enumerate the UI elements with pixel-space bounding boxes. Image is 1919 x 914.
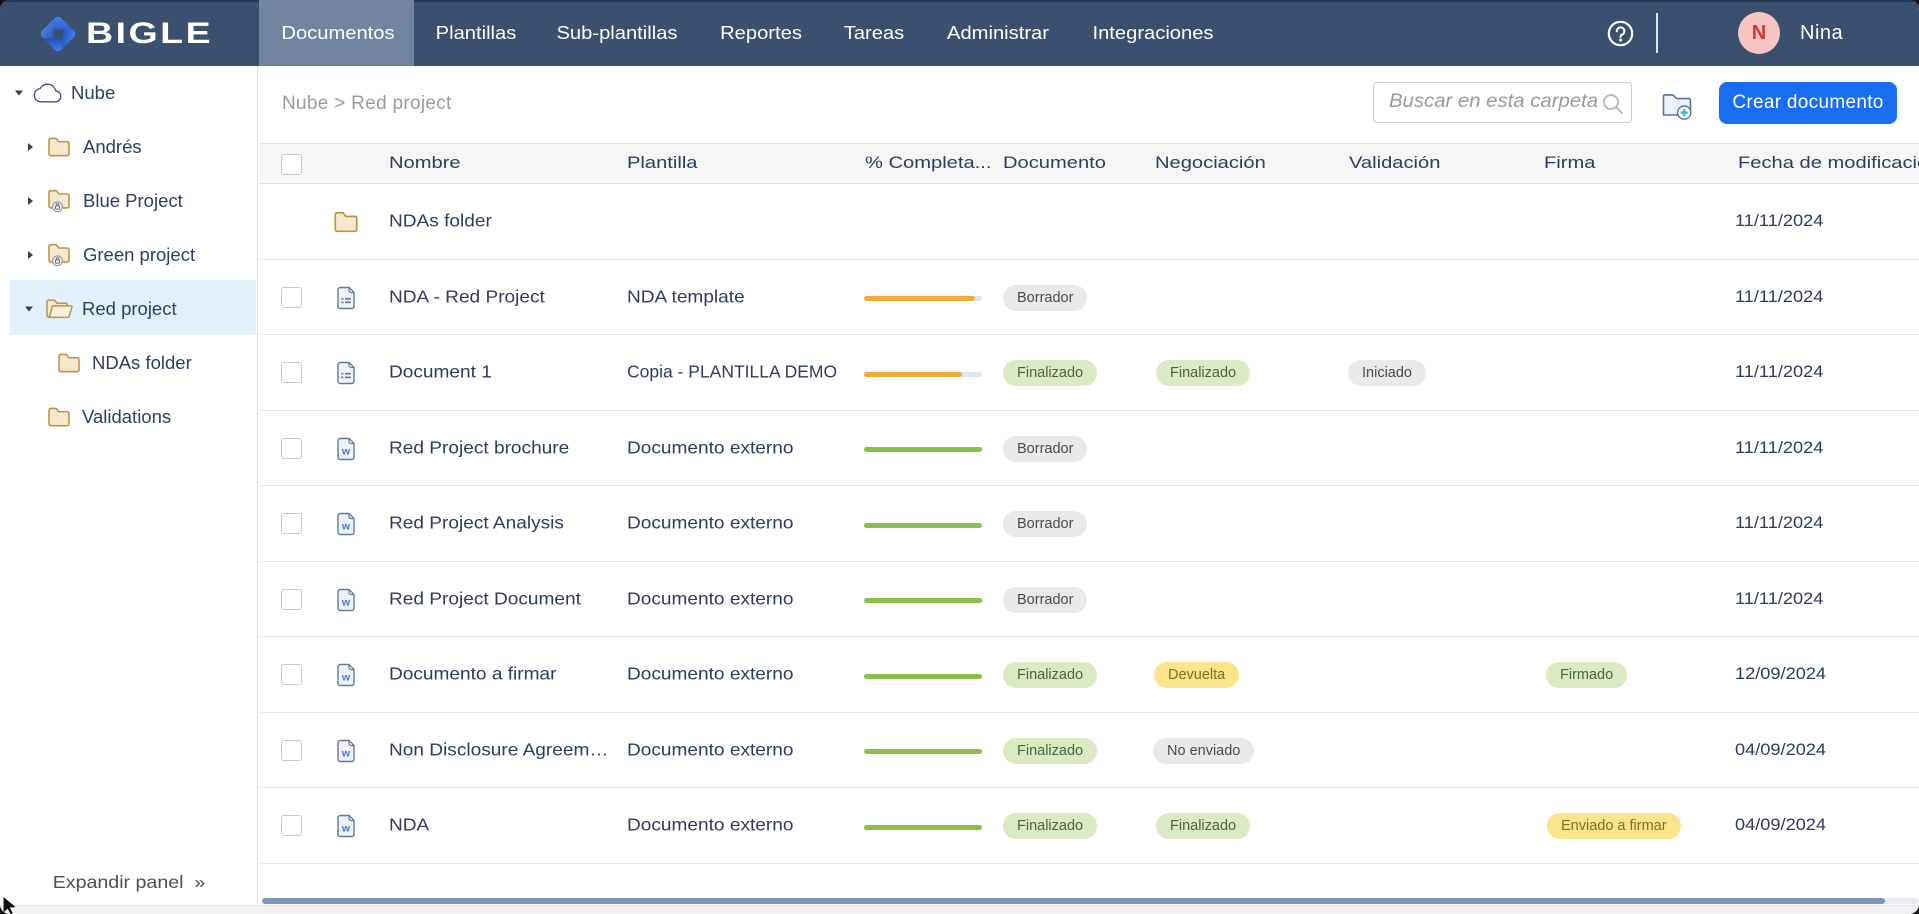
- svg-text:w: w: [341, 596, 351, 608]
- svg-text:w: w: [341, 823, 351, 835]
- svg-text:w: w: [341, 747, 351, 759]
- svg-text:w: w: [341, 445, 351, 457]
- svg-text:w: w: [341, 672, 351, 684]
- svg-text:w: w: [341, 521, 351, 533]
